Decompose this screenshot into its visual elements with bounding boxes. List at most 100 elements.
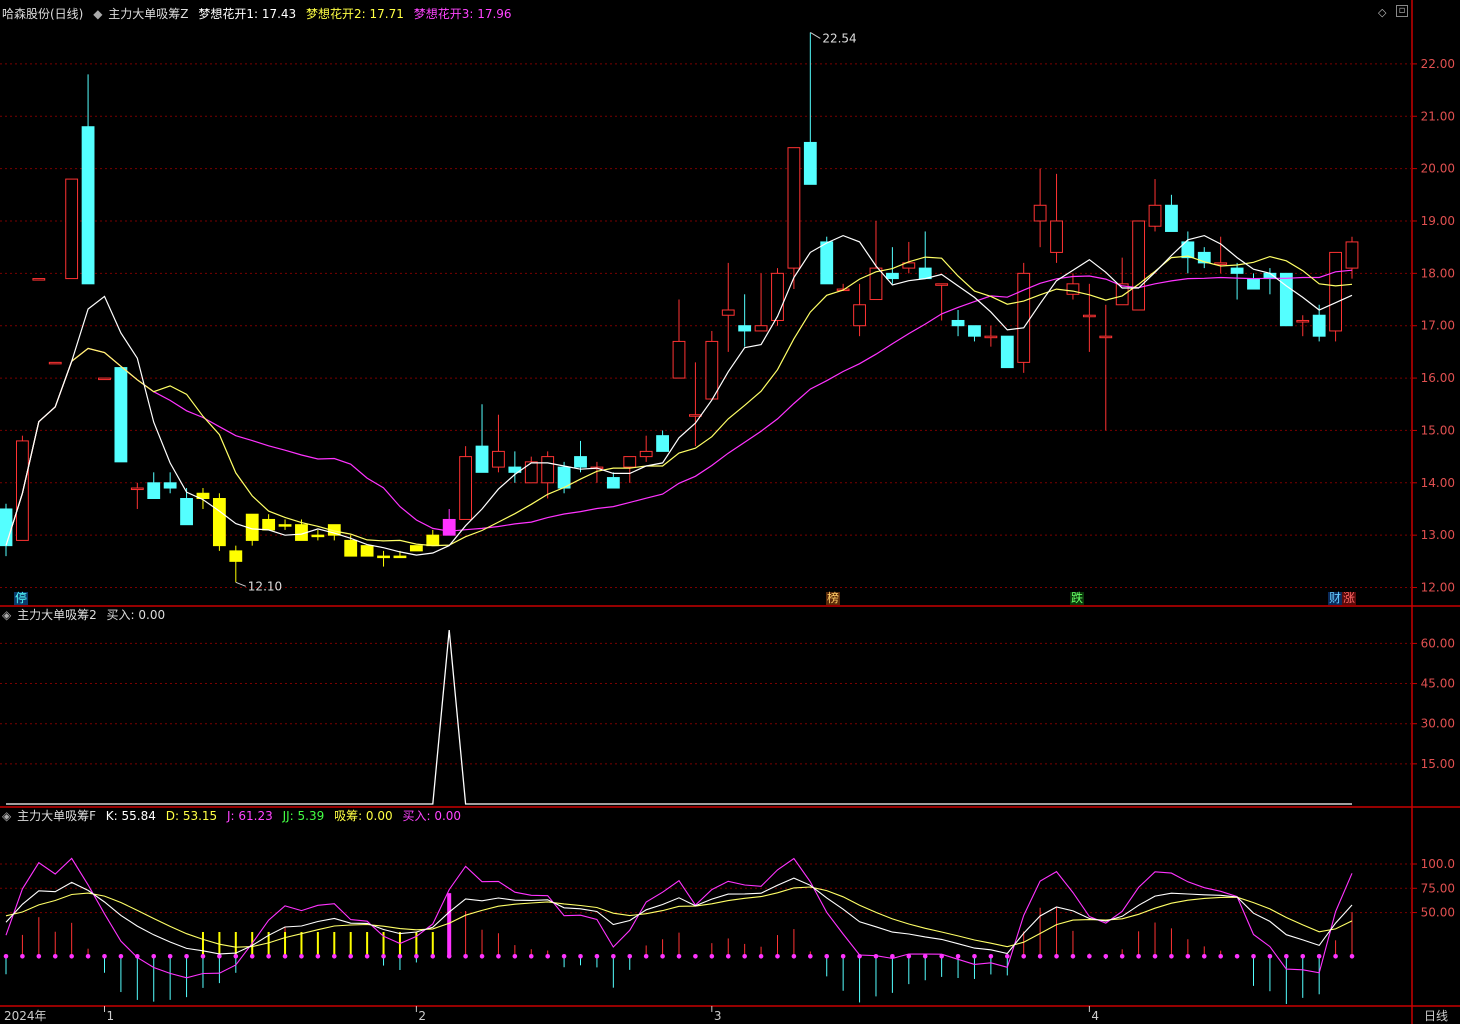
candle[interactable] — [885, 272, 899, 280]
candle[interactable] — [1099, 335, 1113, 339]
candle[interactable] — [65, 178, 79, 280]
candle[interactable] — [1279, 272, 1293, 327]
flag-finance[interactable]: 财 — [1328, 592, 1343, 605]
candle[interactable] — [1000, 335, 1014, 369]
candle[interactable] — [1312, 314, 1326, 337]
candle[interactable] — [803, 141, 817, 185]
p2-tick-label: 15.00 — [1421, 757, 1455, 771]
signal-dot — [36, 953, 42, 959]
candle[interactable] — [672, 340, 686, 379]
candle[interactable] — [787, 147, 801, 269]
candle[interactable] — [163, 482, 177, 489]
signal-dot — [381, 953, 386, 959]
candle[interactable] — [262, 518, 276, 531]
flag-suspend[interactable]: 停 — [14, 592, 29, 605]
candle[interactable] — [48, 361, 62, 365]
window-toggle-icon[interactable]: ▫ — [1396, 5, 1408, 17]
candle[interactable] — [229, 550, 243, 562]
candle[interactable] — [1230, 267, 1244, 274]
candle[interactable] — [1017, 272, 1031, 363]
candle[interactable] — [212, 498, 226, 547]
candle[interactable] — [492, 450, 505, 468]
flag-rank[interactable]: 榜 — [826, 592, 841, 605]
p2-tick-label: 45.00 — [1421, 677, 1455, 691]
signal-dot — [479, 953, 485, 959]
candle[interactable] — [1082, 314, 1096, 318]
candle[interactable] — [1132, 220, 1146, 311]
candle[interactable] — [754, 325, 768, 332]
candle[interactable] — [130, 487, 144, 491]
p2-tick-label: 60.00 — [1421, 636, 1455, 650]
candle[interactable] — [574, 456, 587, 468]
signal-dot — [315, 953, 321, 959]
candle[interactable] — [1033, 204, 1047, 222]
candle[interactable] — [475, 445, 489, 473]
candle[interactable] — [721, 309, 735, 316]
chart-indicator-marker[interactable]: ◆ — [93, 7, 102, 21]
stock-title[interactable]: 哈森股份(日线) — [2, 7, 83, 21]
flag-drop[interactable]: 跌 — [1070, 592, 1085, 605]
candle[interactable] — [442, 518, 456, 536]
candle[interactable] — [1345, 241, 1359, 269]
candle[interactable] — [606, 477, 620, 489]
candle[interactable] — [32, 278, 46, 281]
candle[interactable] — [360, 545, 374, 557]
candle[interactable] — [1115, 283, 1129, 306]
candle[interactable] — [98, 377, 111, 381]
candle[interactable] — [689, 414, 702, 417]
j-line — [5, 857, 1353, 979]
price-tick-label: 17.00 — [1421, 319, 1455, 333]
signal-dot — [20, 953, 25, 959]
diamond-icon[interactable]: ◇ — [1378, 6, 1386, 19]
candle[interactable] — [656, 435, 669, 452]
panel2-collapse-icon[interactable]: ◈ — [2, 608, 11, 622]
kline-chart-canvas[interactable]: 22.00 21.00 20.00 19.00 18.00 17.00 16.00 15.00… — [0, 0, 1460, 1024]
candle[interactable] — [393, 555, 407, 559]
candle[interactable] — [738, 325, 752, 332]
panel2-indicator-name[interactable]: 主力大单吸筹2 — [17, 608, 97, 622]
candle[interactable] — [311, 534, 325, 538]
candle[interactable] — [705, 340, 719, 400]
candle[interactable] — [81, 126, 95, 285]
candle[interactable] — [869, 267, 883, 301]
candle[interactable] — [984, 335, 998, 339]
candle[interactable] — [114, 367, 128, 463]
candle[interactable] — [968, 325, 981, 337]
candle[interactable] — [180, 498, 193, 526]
candle[interactable] — [147, 482, 161, 500]
candle[interactable] — [639, 450, 653, 458]
candle[interactable] — [377, 555, 390, 559]
candle[interactable] — [344, 539, 358, 557]
panel3-indicator-name[interactable]: 主力大单吸筹F — [17, 809, 96, 823]
candle[interactable] — [820, 241, 834, 285]
candle[interactable] — [935, 283, 949, 286]
candle[interactable] — [1296, 319, 1310, 323]
candle[interactable] — [278, 524, 292, 527]
x-axis-label: 4 — [1091, 1009, 1099, 1023]
candle[interactable] — [541, 456, 555, 484]
candle[interactable] — [1148, 204, 1162, 227]
candle[interactable] — [951, 319, 965, 327]
candle[interactable] — [426, 534, 440, 547]
flag-rise[interactable]: 涨 — [1342, 592, 1357, 605]
main-indicator-name[interactable]: 主力大单吸筹Z — [108, 7, 188, 21]
candle[interactable] — [771, 272, 784, 321]
panel3-collapse-icon[interactable]: ◈ — [2, 809, 11, 823]
signal-dot — [808, 953, 813, 959]
candle[interactable] — [1066, 283, 1080, 295]
candle[interactable] — [1165, 204, 1178, 232]
candle[interactable] — [1247, 278, 1260, 290]
ma2-line — [5, 255, 1353, 547]
candle[interactable] — [623, 456, 637, 468]
x-axis-label: 2024年 — [4, 1009, 47, 1023]
candle[interactable] — [1329, 251, 1342, 332]
candle[interactable] — [1214, 262, 1228, 265]
candle[interactable] — [409, 545, 423, 552]
candle[interactable] — [524, 461, 538, 484]
candle[interactable] — [853, 304, 866, 327]
candle[interactable] — [1050, 220, 1063, 253]
candle[interactable] — [459, 456, 473, 520]
signal-dot — [955, 953, 961, 959]
candle[interactable] — [0, 508, 13, 547]
signal-dot — [1284, 953, 1289, 959]
